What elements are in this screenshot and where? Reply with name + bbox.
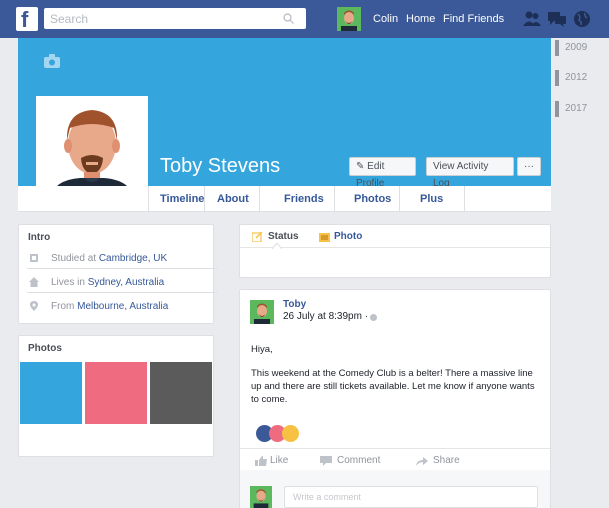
- year-2012[interactable]: 2012: [555, 70, 595, 86]
- status-tab[interactable]: Status: [268, 231, 299, 242]
- tab-plus[interactable]: Plus: [420, 193, 443, 205]
- messages-icon[interactable]: [547, 9, 567, 29]
- photos-title: Photos: [28, 343, 62, 354]
- tab-divider: [148, 186, 149, 212]
- share-icon: [416, 457, 428, 466]
- feed-post: Toby 26 July at 8:39pm · Hiya, This week…: [239, 289, 551, 508]
- top-navigation-bar: f Colin Home Find Friends: [0, 0, 609, 38]
- tab-divider: [464, 186, 465, 212]
- audience-icon[interactable]: [370, 314, 377, 321]
- search-input[interactable]: [44, 8, 284, 29]
- tab-about[interactable]: About: [217, 193, 249, 205]
- tab-divider: [399, 186, 400, 212]
- like-button[interactable]: Like: [270, 455, 288, 466]
- tab-photos[interactable]: Photos: [354, 193, 391, 205]
- photo-thumbnail[interactable]: [150, 362, 212, 424]
- home-icon: [29, 277, 39, 287]
- comment-icon: [320, 456, 332, 466]
- facebook-logo[interactable]: f: [16, 7, 38, 32]
- post-divider: [240, 448, 550, 449]
- search-icon[interactable]: [283, 13, 294, 24]
- active-tab-pointer: [272, 243, 282, 249]
- camera-icon[interactable]: [44, 54, 60, 68]
- location-pin-icon: [30, 301, 38, 311]
- more-options-button[interactable]: ···: [517, 157, 541, 176]
- photo-thumbnail[interactable]: [85, 362, 147, 424]
- post-composer: Status Photo: [239, 224, 551, 278]
- photo-thumbnail[interactable]: [20, 362, 82, 424]
- tab-timeline[interactable]: Timeline: [160, 193, 204, 205]
- profile-tabs: Timeline About Friends Photos Plus: [18, 186, 551, 212]
- nav-find-friends-link[interactable]: Find Friends: [443, 13, 504, 25]
- intro-row-lives: Lives in Sydney, Australia: [27, 273, 217, 293]
- intro-row-education: Studied at Cambridge, UK: [27, 249, 217, 269]
- post-author-avatar[interactable]: [250, 300, 274, 324]
- more-options-label: ···: [524, 161, 534, 172]
- year-2009[interactable]: 2009: [555, 40, 595, 56]
- hometown-link[interactable]: Melbourne, Australia: [77, 301, 168, 312]
- composer-divider: [240, 247, 550, 248]
- pencil-icon: [252, 232, 263, 242]
- photo-tab[interactable]: Photo: [334, 231, 362, 242]
- post-greeting: Hiya,: [251, 344, 273, 355]
- tab-divider: [204, 186, 205, 212]
- comment-section: [240, 470, 550, 508]
- profile-avatar-illustration: [40, 100, 144, 198]
- reaction-haha-icon: [282, 425, 299, 442]
- view-activity-log-button[interactable]: View Activity Log: [426, 157, 514, 189]
- tab-divider: [259, 186, 260, 212]
- friends-icon[interactable]: [522, 9, 542, 29]
- lives-in-link[interactable]: Sydney, Australia: [88, 277, 165, 288]
- nav-user-name[interactable]: Colin: [373, 13, 398, 25]
- intro-title: Intro: [28, 232, 51, 243]
- tab-divider: [334, 186, 335, 212]
- education-link[interactable]: Cambridge, UK: [99, 253, 167, 264]
- intro-panel: Intro Studied at Cambridge, UK Lives in …: [18, 224, 217, 324]
- photos-panel: Photos: [18, 335, 214, 457]
- post-author-name[interactable]: Toby: [283, 299, 306, 310]
- post-timestamp[interactable]: 26 July at 8:39pm ·: [283, 311, 368, 322]
- photo-icon: [319, 233, 330, 242]
- comment-button[interactable]: Comment: [337, 455, 380, 466]
- year-2017[interactable]: 2017: [555, 101, 595, 117]
- share-button[interactable]: Share: [433, 455, 460, 466]
- user-avatar[interactable]: [337, 7, 361, 31]
- globe-icon[interactable]: [572, 9, 592, 29]
- education-icon: [30, 254, 38, 262]
- like-icon: [255, 456, 267, 466]
- post-text: This weekend at the Comedy Club is a bel…: [251, 368, 535, 405]
- pencil-icon: ✎: [356, 161, 365, 172]
- nav-home-link[interactable]: Home: [406, 13, 435, 25]
- intro-row-from: From Melbourne, Australia: [27, 297, 217, 317]
- reaction-summary[interactable]: [256, 425, 308, 443]
- search-box[interactable]: [44, 8, 306, 29]
- commenter-avatar: [250, 486, 272, 508]
- profile-name: Toby Stevens: [160, 155, 281, 177]
- edit-profile-button[interactable]: ✎ Edit Profile: [349, 157, 416, 189]
- comment-input[interactable]: [284, 486, 538, 508]
- tab-friends[interactable]: Friends: [284, 193, 324, 205]
